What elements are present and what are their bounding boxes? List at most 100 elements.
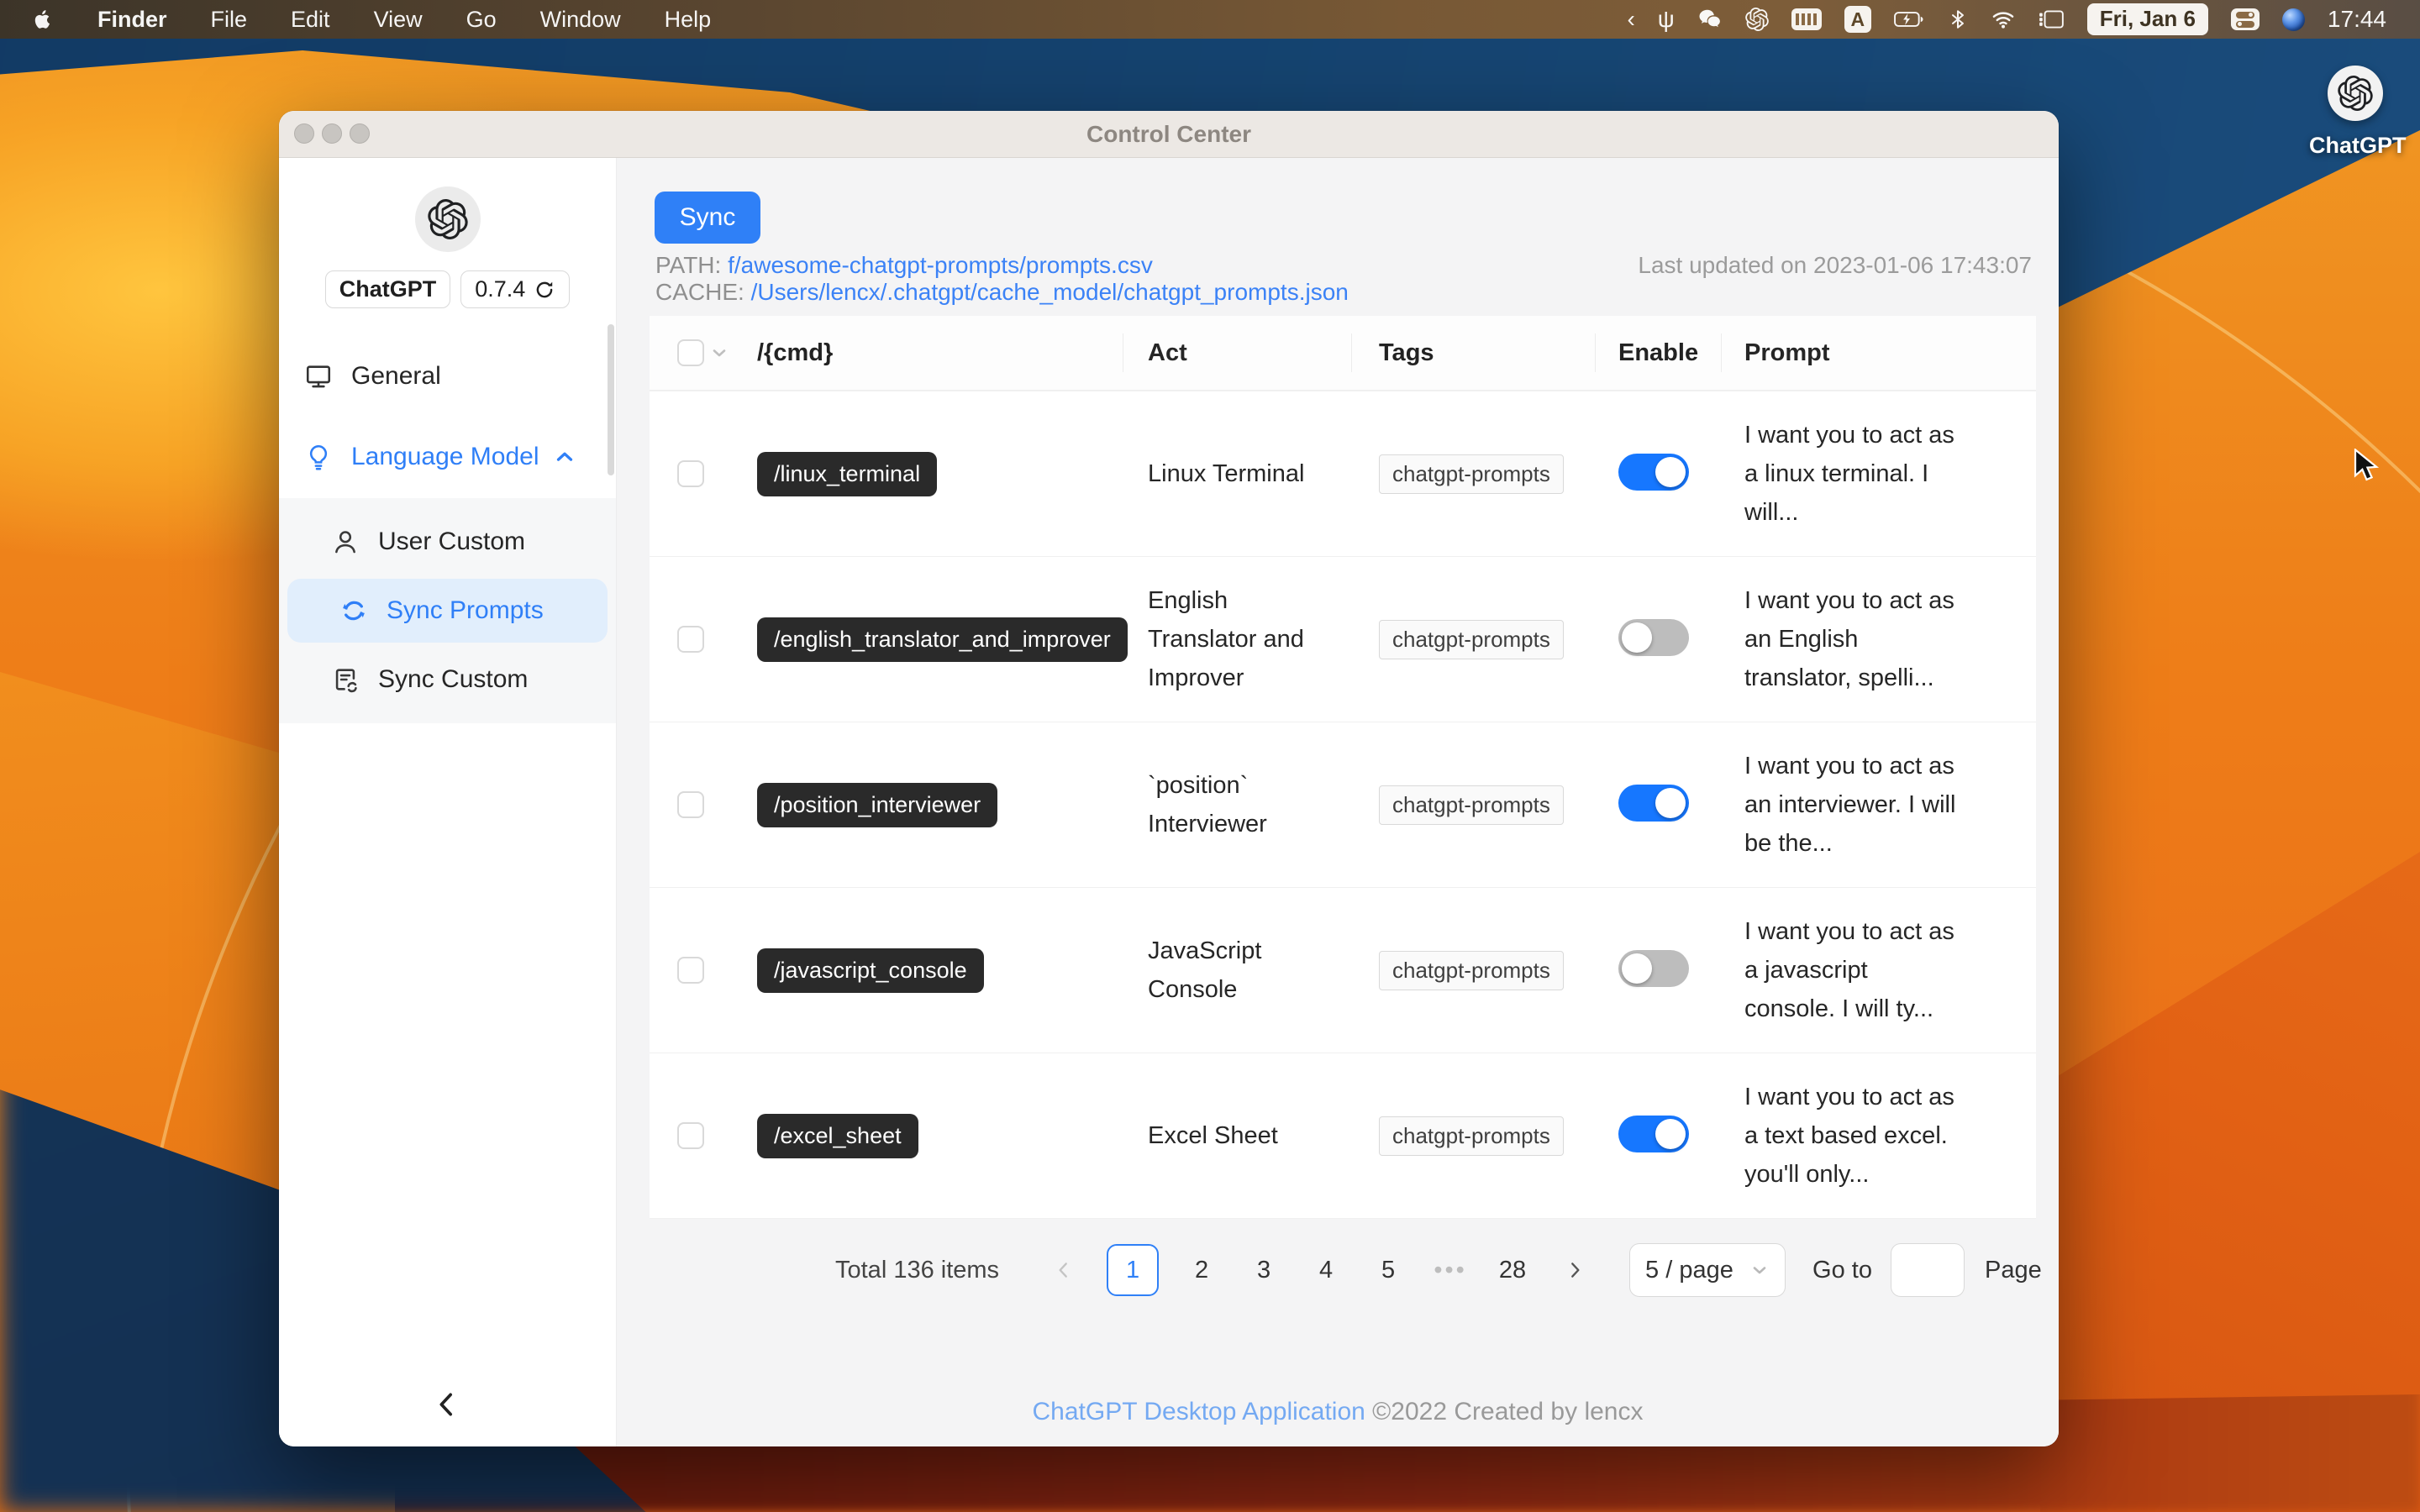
menu-help[interactable]: Help (665, 7, 712, 33)
sidebar-item-label: Sync Prompts (387, 596, 544, 624)
sidebar-item-user-custom[interactable]: User Custom (279, 510, 616, 574)
battery-charging-icon[interactable] (1894, 11, 1924, 28)
row-checkbox[interactable] (677, 626, 704, 653)
goto-label: Go to (1812, 1256, 1872, 1284)
prompt-cell: I want you to act as a text based excel.… (1744, 1084, 1954, 1188)
chevron-left-icon (1053, 1259, 1075, 1281)
cmd-pill: /excel_sheet (757, 1113, 918, 1158)
row-checkbox[interactable] (677, 460, 704, 487)
row-checkbox[interactable] (677, 791, 704, 818)
prompt-cell: I want you to act as an interviewer. I w… (1744, 753, 1956, 857)
page-button-5[interactable]: 5 (1369, 1244, 1407, 1296)
page-button-1[interactable]: 1 (1107, 1244, 1160, 1296)
chevron-down-icon[interactable] (709, 343, 729, 363)
segmented-battery-icon[interactable] (1791, 8, 1822, 30)
select-all-checkbox[interactable] (677, 339, 704, 366)
page-button-3[interactable]: 3 (1244, 1244, 1283, 1296)
path-label: PATH: (655, 252, 722, 278)
header-tags[interactable]: Tags (1351, 339, 1595, 367)
control-center-icon[interactable] (2230, 8, 2260, 30)
collapse-sidebar-button[interactable] (429, 1386, 466, 1423)
version-badge[interactable]: 0.7.4 (460, 270, 571, 308)
enable-toggle[interactable] (1618, 453, 1689, 491)
menu-edit[interactable]: Edit (291, 7, 330, 33)
refresh-icon[interactable] (534, 279, 555, 301)
header-act[interactable]: Act (1123, 333, 1351, 372)
header-enable[interactable]: Enable (1595, 339, 1721, 367)
tag-badge: chatgpt-prompts (1379, 1116, 1564, 1156)
openai-logo-icon (2338, 76, 2373, 111)
chatgpt-app-icon[interactable] (2328, 66, 2383, 121)
page-button-2[interactable]: 2 (1182, 1244, 1221, 1296)
cache-link[interactable]: /Users/lencx/.chatgpt/cache_model/chatgp… (751, 279, 1349, 305)
stage-manager-icon[interactable] (2038, 8, 2065, 30)
cache-line: CACHE: /Users/lencx/.chatgpt/cache_model… (655, 279, 1349, 306)
close-button[interactable] (294, 123, 314, 144)
pagination-bar: Total 136 items 1 2 3 4 5 ••• 28 5 / pag… (617, 1243, 2059, 1297)
sidebar-item-general[interactable]: General (279, 347, 616, 406)
window-title-bar[interactable]: Control Center (279, 111, 2059, 158)
wifi-icon[interactable] (1991, 8, 2015, 31)
chevron-right-icon (1564, 1259, 1586, 1281)
desktop-icon-chatgpt[interactable]: ChatGPT (2309, 66, 2407, 159)
input-source-icon[interactable]: A (1844, 6, 1871, 33)
act-cell: JavaScript Console (1148, 937, 1262, 1003)
bluetooth-icon[interactable] (1947, 8, 1969, 30)
minimize-button[interactable] (322, 123, 342, 144)
next-page-button[interactable] (1555, 1244, 1594, 1296)
table-row: /excel_sheet Excel Sheet chatgpt-prompts… (650, 1053, 2036, 1218)
goto-page-input[interactable] (1890, 1243, 1965, 1297)
sidebar-item-language-model[interactable]: Language Model (279, 428, 616, 486)
globe-icon[interactable] (2281, 8, 2305, 31)
menu-view[interactable]: View (374, 7, 423, 33)
zoom-button[interactable] (350, 123, 370, 144)
document-sync-icon (331, 665, 360, 694)
sidebar-item-sync-prompts[interactable]: Sync Prompts (287, 579, 608, 643)
enable-toggle[interactable] (1618, 1115, 1689, 1152)
menu-app-name[interactable]: Finder (97, 7, 167, 33)
tag-badge: chatgpt-prompts (1379, 785, 1564, 825)
path-link[interactable]: f/awesome-chatgpt-prompts/prompts.csv (728, 252, 1153, 278)
cmd-pill: /english_translator_and_improver (757, 617, 1128, 662)
monitor-icon (304, 362, 333, 391)
sidebar-scrollbar[interactable] (608, 324, 614, 475)
wechat-icon[interactable] (1697, 7, 1723, 32)
window-title: Control Center (1086, 120, 1251, 147)
footer-copyright: ©2022 Created by lencx (1365, 1398, 1644, 1425)
row-checkbox[interactable] (677, 1122, 704, 1149)
main-content: Sync PATH: f/awesome-chatgpt-prompts/pro… (617, 158, 2059, 1446)
chevron-up-icon (552, 444, 577, 470)
hidden-items-chevron-icon[interactable]: ‹ (1627, 8, 1634, 31)
enable-toggle[interactable] (1618, 784, 1689, 822)
chevron-left-icon (430, 1388, 464, 1421)
header-prompt[interactable]: Prompt (1721, 333, 2036, 372)
row-checkbox[interactable] (677, 957, 704, 984)
page-size-select[interactable]: 5 / page (1629, 1243, 1786, 1297)
sync-button[interactable]: Sync (655, 192, 760, 244)
header-cmd[interactable]: /{cmd} (750, 339, 1123, 367)
chatgpt-menubar-icon[interactable] (1745, 8, 1769, 31)
cmd-pill: /linux_terminal (757, 451, 938, 496)
apple-menu-icon[interactable] (32, 8, 54, 30)
menu-bar-clock[interactable]: 17:44 (2328, 6, 2386, 33)
trident-icon[interactable]: ψ (1658, 8, 1675, 31)
table-row: /english_translator_and_improver English… (650, 556, 2036, 722)
page-button-28[interactable]: 28 (1493, 1244, 1532, 1296)
sidebar-item-label: Language Model (351, 443, 539, 470)
window-body: ChatGPT 0.7.4 General Language Model Use… (279, 158, 2059, 1446)
app-name-badge: ChatGPT (324, 270, 451, 308)
menu-go[interactable]: Go (466, 7, 497, 33)
pagination-ellipsis[interactable]: ••• (1431, 1244, 1470, 1296)
menu-window[interactable]: Window (540, 7, 621, 33)
menu-file[interactable]: File (211, 7, 248, 33)
sidebar-badges: ChatGPT 0.7.4 (279, 270, 616, 308)
page-button-4[interactable]: 4 (1307, 1244, 1345, 1296)
footer-link[interactable]: ChatGPT Desktop Application (1033, 1398, 1365, 1425)
sidebar-item-sync-custom[interactable]: Sync Custom (279, 648, 616, 711)
menu-bar-date[interactable]: Fri, Jan 6 (2086, 3, 2208, 35)
sidebar-item-label: User Custom (378, 528, 526, 555)
previous-page-button[interactable] (1044, 1244, 1083, 1296)
enable-toggle[interactable] (1618, 949, 1689, 987)
enable-toggle[interactable] (1618, 618, 1689, 656)
sidebar-nav: General Language Model User Custom Sync … (279, 347, 616, 723)
